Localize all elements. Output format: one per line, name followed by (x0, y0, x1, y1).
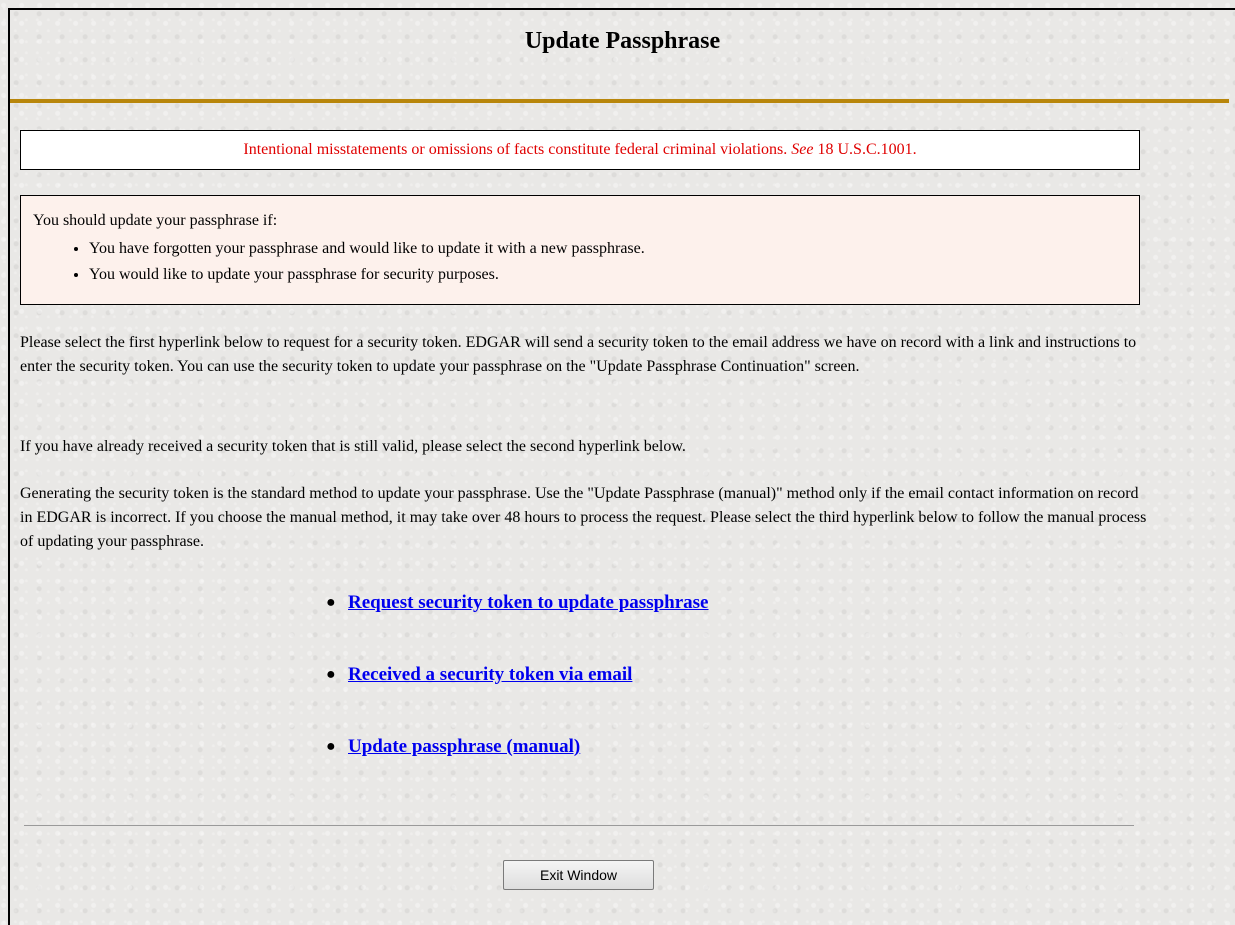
instruction-paragraph-token: Please select the first hyperlink below … (20, 334, 1137, 375)
manual-update-link[interactable]: Update passphrase (manual) (348, 734, 580, 760)
update-reasons-box: You should update your passphrase if: Yo… (20, 195, 1140, 305)
footer-divider (24, 825, 1134, 826)
bullet-icon: ● (326, 738, 336, 755)
bullet-icon: ● (326, 594, 336, 611)
warning-see: See (791, 141, 814, 158)
list-item: ● Request security token to update passp… (322, 590, 709, 662)
legal-warning-box: Intentional misstatements or omissions o… (20, 130, 1140, 170)
exit-window-button[interactable]: Exit Window (503, 860, 654, 890)
action-links-list: ● Request security token to update passp… (322, 590, 709, 806)
warning-citation: 18 U.S.C.1001. (813, 141, 917, 158)
update-reasons-list: You have forgotten your passphrase and w… (33, 236, 1139, 288)
instruction-paragraph-manual: Generating the security token is the sta… (20, 485, 1147, 550)
list-item: ● Received a security token via email (322, 662, 709, 734)
warning-text: Intentional misstatements or omissions o… (243, 141, 916, 159)
received-token-link[interactable]: Received a security token via email (348, 662, 632, 688)
list-item: You would like to update your passphrase… (89, 262, 1139, 288)
list-item: ● Update passphrase (manual) (322, 734, 709, 806)
request-token-link[interactable]: Request security token to update passphr… (348, 590, 709, 616)
instruction-paragraph-received: If you have already received a security … (20, 438, 686, 455)
title-divider (10, 99, 1229, 103)
list-item: You have forgotten your passphrase and w… (89, 236, 1139, 262)
warning-text-main: Intentional misstatements or omissions o… (243, 141, 792, 158)
update-reasons-intro: You should update your passphrase if: (33, 212, 278, 229)
bullet-icon: ● (326, 666, 336, 683)
page-title: Update Passphrase (524, 28, 721, 54)
